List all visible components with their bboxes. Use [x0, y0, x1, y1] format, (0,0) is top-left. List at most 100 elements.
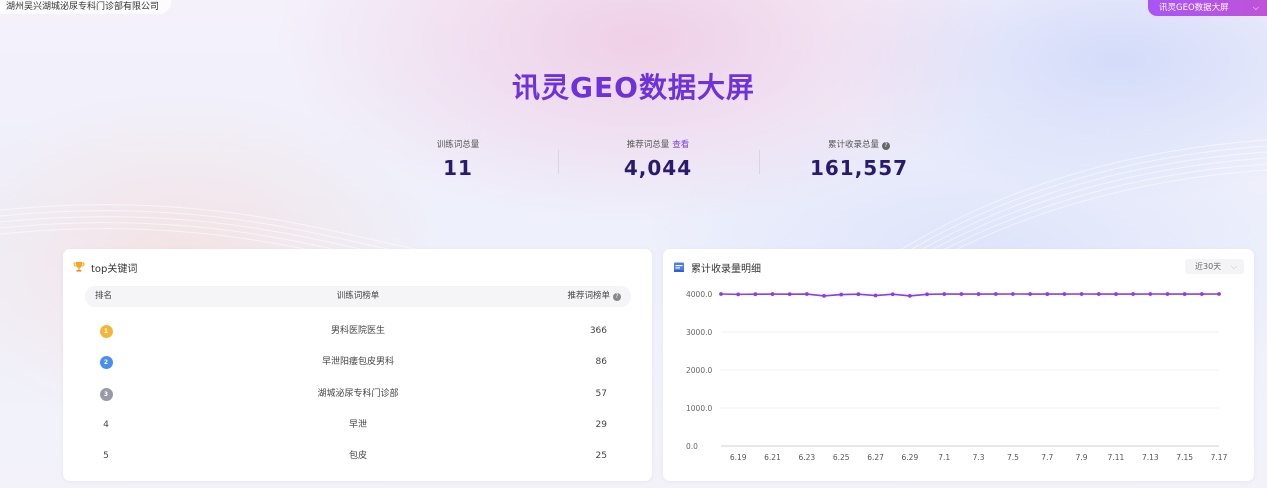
table-header: 排名 训练词榜单 推荐词榜单?: [85, 286, 631, 307]
table-row: 5 包皮 25: [85, 446, 631, 466]
indexed-detail-card: 0.0 1000.0 2000.0 3000.0 4000.0 6.19 6.21 6.23 6…: [663, 249, 1254, 481]
data-point: [736, 292, 741, 297]
y-tick-label: 1000.0: [686, 404, 712, 413]
gold-medal-icon: 1: [99, 325, 113, 338]
chevron-down-icon: ⌵: [1252, 3, 1259, 12]
table-row: 3 湖城泌尿专科门诊部 57: [85, 384, 631, 404]
data-point: [1079, 292, 1084, 296]
card-header: 累计收录量明细: [673, 259, 761, 275]
data-point: [873, 293, 878, 298]
data-point: [1165, 292, 1170, 296]
data-point: [856, 292, 861, 297]
table-row: 1 男科医院医生 366: [85, 321, 631, 341]
indexed-line-chart: 0.0 1000.0 2000.0 3000.0 4000.0 6.19 6.21 6.23 6…: [686, 290, 1228, 462]
x-tick-label: 7.3: [973, 453, 985, 462]
x-tick-label: 7.11: [1108, 453, 1125, 462]
keyword-cell: 早泄阳痿包皮男科: [321, 357, 394, 367]
data-point: [925, 292, 929, 297]
x-tick-label: 6.23: [799, 453, 816, 462]
rank-cell: 4: [103, 420, 109, 430]
data-point: [942, 292, 947, 296]
y-tick-label: 4000.0: [686, 290, 712, 299]
data-point: [1182, 292, 1187, 296]
data-point: [1217, 292, 1221, 296]
card-header: top关键词: [73, 259, 137, 275]
calendar-icon: [674, 262, 684, 272]
data-point: [1062, 292, 1067, 296]
data-point: [1045, 292, 1050, 296]
x-tick-label: 7.15: [1176, 453, 1193, 462]
keyword-cell: 男科医院医生: [330, 326, 385, 336]
data-point: [753, 292, 758, 297]
keyword-cell: 早泄: [348, 420, 367, 430]
card-title: top关键词: [91, 263, 138, 275]
x-tick-label: 7.17: [1211, 453, 1228, 462]
date-range-label: 近30天: [1195, 262, 1222, 271]
stat-label: 推荐词总量: [626, 140, 670, 150]
data-point: [787, 292, 792, 297]
table-row: 2 早泄阳痿包皮男科 86: [85, 352, 631, 372]
y-tick-label: 2000.0: [686, 366, 712, 375]
view-link[interactable]: 查看: [672, 140, 689, 150]
screen-switcher-label: 讯灵GEO数据大屏: [1159, 3, 1229, 13]
x-tick-label: 6.21: [764, 453, 781, 462]
x-tick-label: 7.1: [938, 453, 950, 462]
keyword-cell: 湖城泌尿专科门诊部: [317, 389, 399, 399]
keyword-cell: 包皮: [348, 451, 367, 461]
top-keywords-card: top关键词 排名 训练词榜单 推荐词榜单? 1 男科医院医生 366 2 早泄…: [63, 249, 652, 481]
help-icon[interactable]: ?: [613, 293, 621, 301]
rank-cell: 5: [103, 451, 109, 461]
help-icon[interactable]: ?: [882, 142, 890, 150]
x-tick-label: 7.7: [1041, 453, 1053, 462]
chevron-down-icon: ⌵: [1230, 262, 1237, 271]
table-row: 4 早泄 29: [85, 415, 631, 435]
column-header-keyword: 训练词榜单: [336, 291, 380, 301]
stat-label: 训练词总量: [436, 140, 480, 150]
data-point: [1096, 292, 1101, 296]
x-tick-label: 6.19: [730, 453, 747, 462]
stat-label: 累计收录总量: [827, 140, 879, 150]
x-tick-label: 7.9: [1076, 453, 1088, 462]
data-point: [770, 292, 775, 296]
data-point: [959, 292, 964, 296]
x-tick-label: 6.25: [833, 453, 850, 462]
column-header-count: 推荐词榜单?: [567, 286, 621, 307]
stats-bar: 训练词总量 11 推荐词总量 查看 4,044 累计收录总量? 161,557: [0, 138, 1267, 188]
stat-recommended-words: 推荐词总量 查看 4,044: [558, 138, 758, 180]
data-point: [1011, 292, 1015, 296]
count-cell: 86: [595, 357, 607, 367]
column-header-count-label: 推荐词榜单: [567, 291, 610, 301]
stat-value: 11: [443, 156, 473, 180]
silver-medal-icon: 3: [99, 388, 113, 401]
data-point: [839, 292, 844, 297]
data-point: [993, 292, 998, 296]
series-line: [720, 293, 1220, 297]
rank-cell: 3: [95, 384, 117, 404]
y-tick-label: 3000.0: [686, 328, 712, 337]
stat-total-indexed: 累计收录总量? 161,557: [759, 138, 959, 180]
count-cell: 29: [595, 420, 607, 430]
data-point: [1114, 292, 1118, 296]
rank-cell: 1: [95, 321, 117, 341]
data-point: [1148, 292, 1153, 296]
screen-switcher[interactable]: 讯灵GEO数据大屏 ⌵: [1148, 0, 1267, 16]
column-header-rank: 排名: [95, 291, 113, 301]
card-title: 累计收录量明细: [691, 263, 761, 275]
data-point: [822, 294, 826, 298]
x-tick-label: 6.29: [902, 453, 919, 462]
blue-medal-icon: 2: [99, 356, 113, 369]
count-cell: 366: [589, 326, 607, 336]
x-tick-label: 7.13: [1142, 453, 1159, 462]
date-range-select[interactable]: 近30天 ⌵: [1185, 259, 1244, 274]
data-point: [1028, 292, 1033, 296]
page-title: 讯灵GEO数据大屏: [512, 71, 755, 104]
count-cell: 25: [595, 451, 607, 461]
y-tick-label: 0.0: [686, 442, 698, 451]
stat-value: 4,044: [623, 156, 693, 180]
data-point: [1131, 292, 1136, 296]
data-point: [719, 292, 723, 296]
rank-cell: 2: [95, 352, 117, 372]
data-point: [907, 294, 912, 298]
stat-value: 161,557: [809, 156, 909, 180]
stat-training-words: 训练词总量 11: [358, 138, 558, 180]
